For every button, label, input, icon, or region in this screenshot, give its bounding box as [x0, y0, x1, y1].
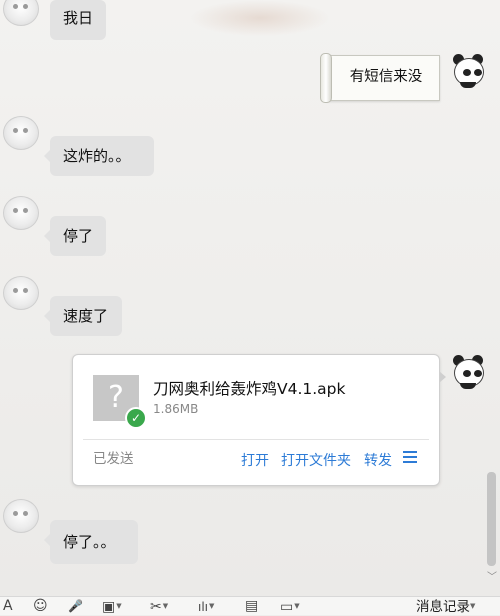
message-text: 这炸的。。	[63, 147, 131, 165]
scrollbar-thumb[interactable]	[487, 472, 496, 566]
emoji-icon[interactable]: ☺	[33, 598, 48, 615]
input-toolbar: A ☺ 🎤 ▣▼ ✂▼ ılı▼ ▤ ▭▼ 消息记录▼	[0, 596, 500, 615]
font-icon[interactable]: A	[3, 598, 13, 615]
image-icon[interactable]: ▣▼	[102, 598, 122, 615]
contact-avatar[interactable]	[3, 276, 39, 310]
bubble-tail	[439, 371, 446, 383]
message-bubble: 停了。。	[44, 520, 138, 564]
menu-icon[interactable]	[403, 451, 417, 463]
file-size: 1.86MB	[153, 402, 199, 416]
message-text: 停了。。	[63, 533, 116, 551]
scroll-down-icon[interactable]: ﹀	[485, 568, 499, 583]
dropdown-caret-icon: ▼	[162, 602, 169, 610]
message-bubble: 速度了	[44, 296, 122, 336]
open-file-link[interactable]: 打开	[241, 450, 269, 470]
image-glyph: ▣	[102, 599, 116, 615]
history-label: 消息记录	[416, 599, 470, 615]
contact-avatar[interactable]	[3, 499, 39, 533]
message-text: 停了	[63, 227, 94, 245]
more-icon[interactable]: ▭▼	[280, 598, 300, 615]
contact-avatar[interactable]	[3, 0, 39, 26]
chart-glyph: ılı	[198, 600, 209, 614]
message-bubble: 这炸的。。	[44, 136, 154, 176]
forward-link[interactable]: 转发	[364, 450, 392, 470]
chat-area: 我日 有短信来没 这炸的。。 停了 速度了 ? ✓ 刀网奥利给轰炸鸡V4.1.a…	[0, 0, 500, 596]
message-text: 速度了	[63, 307, 109, 325]
file-status: 已发送	[93, 451, 134, 467]
my-avatar[interactable]	[451, 54, 485, 88]
contact-avatar[interactable]	[3, 196, 39, 230]
background-decoration	[190, 0, 330, 36]
dropdown-caret-icon: ▼	[209, 602, 215, 610]
scroll-roll	[320, 53, 332, 103]
message-bubble: 停了	[44, 216, 106, 256]
sent-check-icon: ✓	[125, 407, 147, 429]
sent-message-bubble: 有短信来没	[320, 53, 440, 103]
file-name: 刀网奥利给轰炸鸡V4.1.apk	[153, 380, 346, 398]
dropdown-caret-icon: ▼	[470, 602, 476, 610]
dropdown-caret-icon: ▼	[116, 602, 122, 610]
contact-avatar[interactable]	[3, 116, 39, 150]
file-transfer-card[interactable]: ? ✓ 刀网奥利给轰炸鸡V4.1.apk 1.86MB 已发送 打开 打开文件夹…	[72, 354, 446, 486]
message-bubble: 我日	[50, 0, 107, 40]
message-text: 有短信来没	[349, 69, 423, 85]
message-text: 我日	[63, 9, 94, 27]
dropdown-caret-icon: ▼	[294, 602, 300, 610]
more-glyph: ▭	[280, 599, 294, 615]
scissors-glyph: ✂	[150, 599, 162, 615]
divider	[83, 439, 429, 440]
screenshot-icon[interactable]: ✂▼	[150, 598, 168, 615]
mic-icon[interactable]: 🎤	[68, 598, 83, 615]
my-avatar[interactable]	[451, 355, 485, 389]
open-folder-link[interactable]: 打开文件夹	[281, 450, 351, 470]
gift-icon[interactable]: ▤	[245, 598, 258, 615]
chart-icon[interactable]: ılı▼	[198, 598, 214, 615]
message-history-button[interactable]: 消息记录▼	[416, 598, 475, 616]
